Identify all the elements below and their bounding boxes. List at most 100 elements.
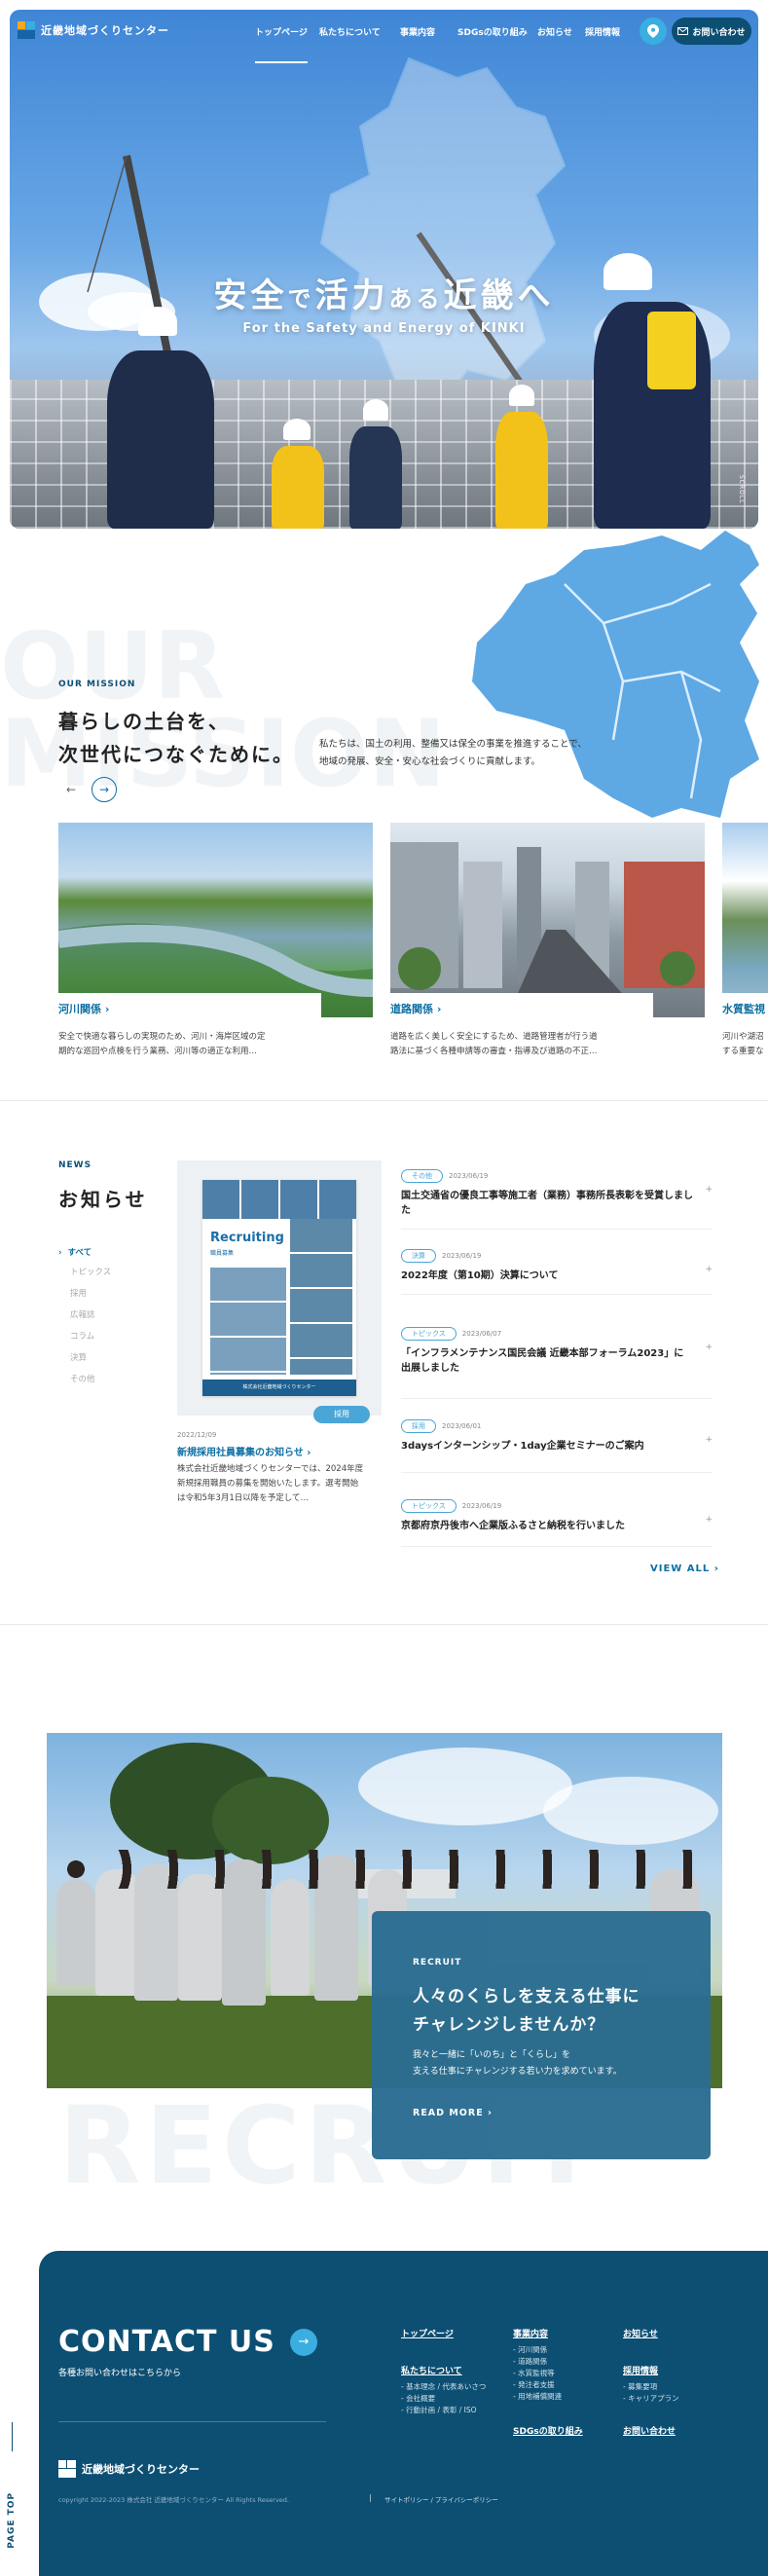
news-list-item[interactable]: トピックス 2023/06/07 「インフラメンテナンス国民会議 近畿本部フォーラ… bbox=[401, 1321, 713, 1399]
filter-column[interactable]: コラム bbox=[70, 1330, 94, 1342]
footer-sublink[interactable]: - 発注者支援 bbox=[513, 2379, 562, 2391]
footer-logo[interactable]: 近畿地域づくりセンター bbox=[58, 2460, 200, 2478]
card-image-water[interactable] bbox=[722, 823, 768, 1017]
featured-desc-line: は令和5年3月1日以降を予定して… bbox=[177, 1493, 309, 1503]
filter-settlement[interactable]: 決算 bbox=[70, 1351, 87, 1363]
footer-sublink[interactable]: - 河川関係 bbox=[513, 2344, 562, 2356]
news-list-item[interactable]: トピックス 2023/06/19 京都府京丹後市へ企業版ふるさと納税を行いました … bbox=[401, 1493, 713, 1547]
recruit-desc-line: 支える仕事にチャレンジする若い力を求めています。 bbox=[413, 2067, 622, 2077]
worker-figure bbox=[346, 399, 404, 529]
plus-icon: + bbox=[705, 1265, 713, 1274]
mission-desc-line: 私たちは、国土の利用、整備又は保全の事業を推進することで、 bbox=[319, 739, 587, 750]
filter-recruit[interactable]: 採用 bbox=[70, 1287, 87, 1299]
header-contact-button[interactable]: お問い合わせ bbox=[672, 18, 751, 45]
hero-subtitle: For the Safety and Energy of KINKI bbox=[242, 321, 526, 336]
card-desc-road: 道路を広く美しく安全にするため、道路管理者が行う道 路法に基づく各種申請等の審査… bbox=[390, 1030, 692, 1059]
news-date: 2023/06/19 bbox=[449, 1172, 489, 1180]
news-list-item[interactable]: 決算 2023/06/19 2022年度（第10期）決算について + bbox=[401, 1243, 713, 1295]
footer-sublink[interactable]: - 行動計画 / 表彰 / ISO bbox=[401, 2405, 486, 2416]
card-title-road[interactable]: 道路関係 › bbox=[390, 993, 653, 1024]
nav-news[interactable]: お知らせ bbox=[537, 25, 572, 38]
footer-sublist-business: - 河川関係 - 道路関係 - 水質監視等 - 発注者支援 - 用地補償関連 bbox=[513, 2344, 562, 2403]
filter-magazine[interactable]: 広報誌 bbox=[70, 1308, 95, 1320]
policy-links[interactable]: サイトポリシー / プライバシーポリシー bbox=[384, 2494, 498, 2504]
card-desc-line: する重要な bbox=[722, 1047, 764, 1056]
news-list-item[interactable]: その他 2023/06/19 国土交通省の優良工事等施工者（業務）事務所長表彰を受… bbox=[401, 1163, 713, 1230]
nav-top[interactable]: トップページ bbox=[255, 25, 308, 63]
recruit-title-line: 人々のくらしを支える仕事に bbox=[413, 1987, 640, 2006]
news-tag: トピックス bbox=[401, 1499, 457, 1513]
poster-title: Recruiting bbox=[210, 1231, 284, 1245]
poster-subtitle: 職員募集 bbox=[210, 1250, 235, 1257]
scroll-label: SCROLL bbox=[738, 475, 745, 504]
news-divider bbox=[401, 1546, 713, 1547]
card-title-river[interactable]: 河川関係 › bbox=[58, 993, 321, 1024]
footer-link-business[interactable]: 事業内容 bbox=[513, 2327, 548, 2339]
card-image-road[interactable] bbox=[390, 823, 705, 1017]
news-divider bbox=[401, 1472, 713, 1473]
nav-business[interactable]: 事業内容 bbox=[400, 25, 435, 38]
view-all-link[interactable]: VIEW ALL › bbox=[650, 1564, 719, 1574]
card-desc-line: 安全で快適な暮らしの実現のため、河川・海岸区域の定 bbox=[58, 1032, 266, 1042]
news-date: 2023/06/07 bbox=[461, 1330, 502, 1338]
hero-title-part: で bbox=[287, 285, 315, 313]
featured-news-card[interactable]: Recruiting 職員募集 株式会社近畿地域づくりセンター bbox=[177, 1160, 382, 1416]
filter-other[interactable]: その他 bbox=[70, 1373, 95, 1384]
mail-icon bbox=[677, 27, 689, 35]
poster-footer: 株式会社近畿地域づくりセンター bbox=[202, 1380, 356, 1396]
filter-topics[interactable]: トピックス bbox=[70, 1266, 111, 1277]
footer-link-sdgs[interactable]: SDGsの取り組み bbox=[513, 2424, 583, 2437]
mission-title-line: 暮らしの土台を、 bbox=[58, 710, 230, 733]
contact-title[interactable]: CONTACT US bbox=[58, 2325, 275, 2359]
nav-about[interactable]: 私たちについて bbox=[319, 25, 381, 38]
news-text: 2022年度（第10期）決算について bbox=[401, 1270, 559, 1281]
nav-sdgs[interactable]: SDGsの取り組み bbox=[457, 25, 528, 38]
recruit-desc: 我々と一緒に「いのち」と「くらし」を 支える仕事にチャレンジする若い力を求めてい… bbox=[413, 2047, 622, 2080]
featured-date: 2022/12/09 bbox=[177, 1431, 217, 1439]
footer-sublink[interactable]: - 道路関係 bbox=[513, 2356, 562, 2368]
contact-footer: CONTACT US → 各種お問い合わせはこちらから 近畿地域づくりセンター … bbox=[39, 2251, 768, 2576]
hero-title-part: 活力 bbox=[314, 276, 389, 315]
footer-sublink[interactable]: - 募集要項 bbox=[623, 2381, 679, 2393]
access-map-button[interactable] bbox=[640, 18, 667, 45]
card-image-river[interactable] bbox=[58, 823, 373, 1017]
logo-text: 近畿地域づくりセンター bbox=[41, 24, 169, 37]
card-title-label: 水質監視 bbox=[722, 1003, 765, 1015]
filter-all[interactable]: › すべて bbox=[58, 1246, 91, 1258]
featured-desc-line: 新規採用職員の募集を開始いたします。選考開始 bbox=[177, 1479, 359, 1489]
global-nav: 近畿地域づくりセンター トップページ 私たちについて 事業内容 SDGsの取り組… bbox=[0, 0, 768, 63]
recruit-read-more[interactable]: READ MORE › bbox=[413, 2108, 493, 2118]
news-tag: トピックス bbox=[401, 1327, 457, 1341]
card-title-water[interactable]: 水質監視 bbox=[722, 993, 768, 1024]
footer-link-top[interactable]: トップページ bbox=[401, 2327, 454, 2339]
hero-title-part: ある bbox=[388, 285, 444, 313]
contact-arrow-button[interactable]: → bbox=[290, 2329, 317, 2356]
footer-link-news[interactable]: お知らせ bbox=[623, 2327, 658, 2339]
site-logo[interactable]: 近畿地域づくりセンター bbox=[18, 21, 169, 39]
nav-recruit[interactable]: 採用情報 bbox=[585, 25, 620, 38]
slider-prev-button[interactable]: ← bbox=[58, 777, 84, 802]
slider-next-button[interactable]: → bbox=[91, 777, 117, 802]
featured-badge: 採用 bbox=[313, 1406, 370, 1423]
worker-figure bbox=[492, 385, 550, 529]
footer-sublink[interactable]: - 水質監視等 bbox=[513, 2368, 562, 2379]
footer-link-recruit[interactable]: 採用情報 bbox=[623, 2364, 658, 2376]
featured-title[interactable]: 新規採用社員募集のお知らせ › bbox=[177, 1444, 311, 1458]
hero-title-part: へ bbox=[517, 276, 555, 315]
logo-mark-icon bbox=[18, 21, 35, 39]
footer-sublink[interactable]: - キャリアプラン bbox=[623, 2393, 679, 2405]
footer-link-contact[interactable]: お問い合わせ bbox=[623, 2424, 676, 2437]
footer-sublink[interactable]: - 会社概要 bbox=[401, 2393, 486, 2405]
featured-desc-line: 株式会社近畿地域づくりセンターでは、2024年度 bbox=[177, 1464, 364, 1474]
footer-sublink[interactable]: - 基本理念 / 代表あいさつ bbox=[401, 2381, 486, 2393]
news-list-item[interactable]: 採用 2023/06/01 3daysインターンシップ・1day企業セミナーのご案… bbox=[401, 1414, 713, 1473]
plus-icon: + bbox=[705, 1343, 713, 1352]
contact-button-label: お問い合わせ bbox=[692, 27, 746, 38]
footer-link-about[interactable]: 私たちについて bbox=[401, 2364, 462, 2376]
news-date: 2023/06/19 bbox=[461, 1502, 502, 1510]
page-top-button[interactable]: PAGE TOP bbox=[7, 2492, 17, 2549]
footer-sublink[interactable]: - 用地補償関連 bbox=[513, 2391, 562, 2403]
card-desc-line: 路法に基づく各種申請等の審査・指導及び道路の不正… bbox=[390, 1047, 598, 1056]
news-tag: 決算 bbox=[401, 1249, 436, 1263]
footer-divider bbox=[58, 2421, 326, 2422]
